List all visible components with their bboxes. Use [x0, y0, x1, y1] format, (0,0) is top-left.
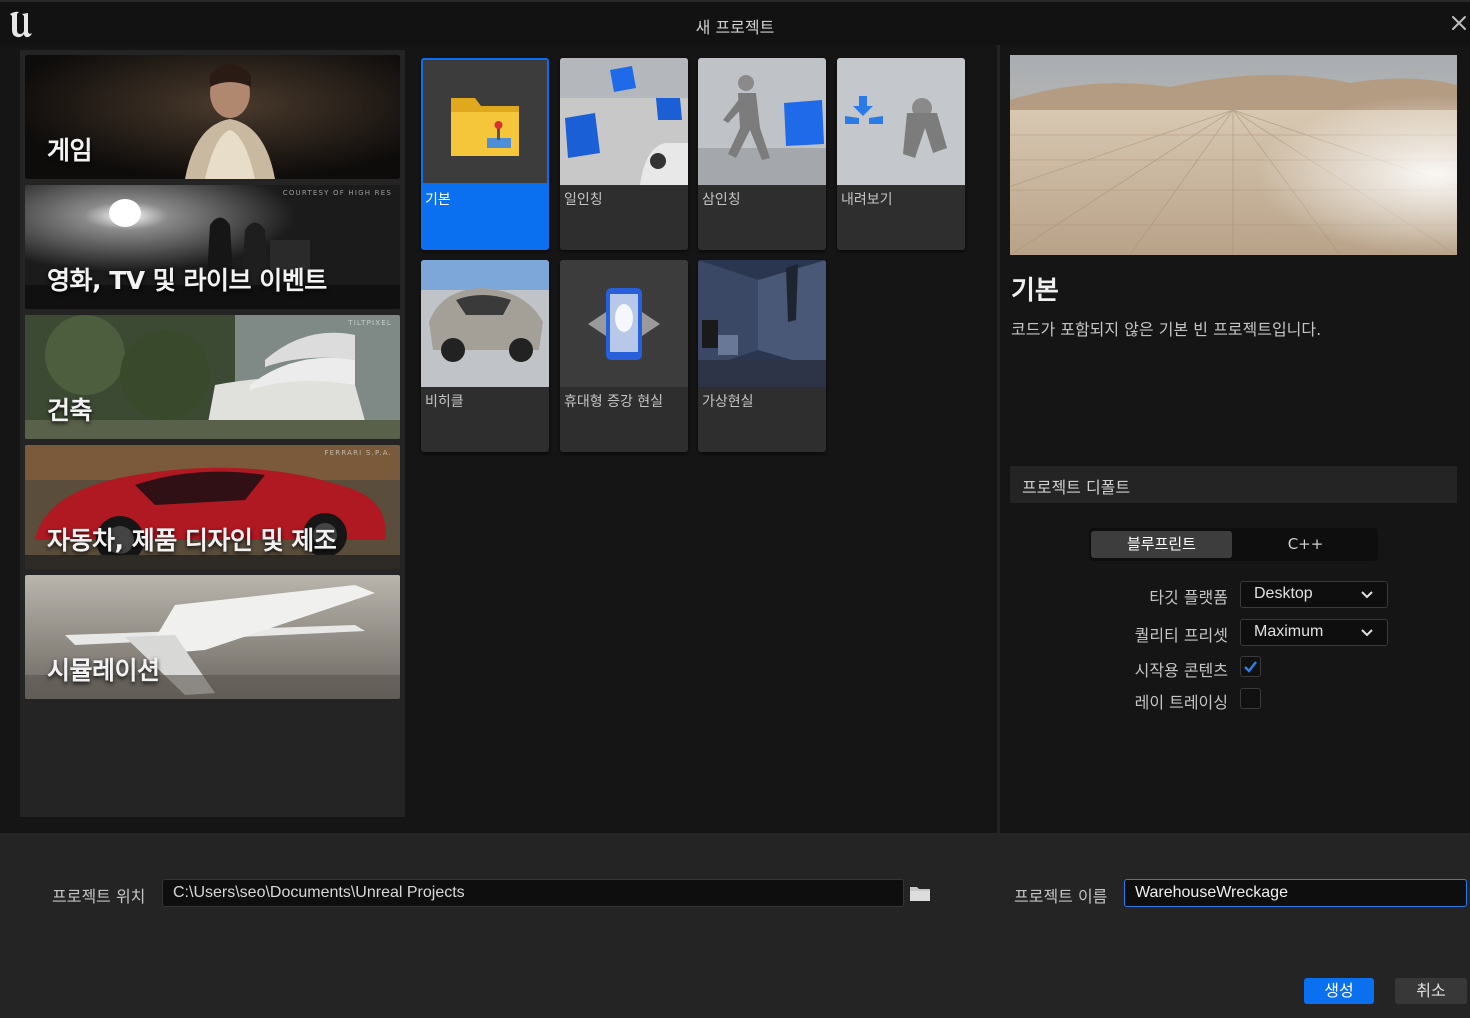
template-label: 가상현실 — [702, 394, 754, 410]
quality-preset-value: Maximum — [1254, 623, 1324, 640]
target-platform-value: Desktop — [1254, 585, 1313, 602]
template-first-person-image — [560, 58, 688, 185]
create-button[interactable]: 생성 — [1304, 978, 1374, 1004]
category-credit: FERRARI S.P.A. — [324, 449, 392, 457]
category-credit: TILTPIXEL — [348, 319, 392, 327]
template-label: 일인칭 — [564, 192, 603, 208]
template-top-down[interactable]: 내려보기 — [837, 58, 965, 250]
category-architecture[interactable]: TILTPIXEL 건축 — [25, 315, 400, 439]
project-location-label: 프로젝트 위치 — [52, 887, 146, 906]
template-top-down-image — [837, 58, 965, 185]
category-label: 영화, TV 및 라이브 이벤트 — [47, 266, 327, 295]
quality-preset-dropdown[interactable]: Maximum — [1240, 619, 1388, 646]
category-film-tv[interactable]: COURTESY OF HIGH RES 영화, TV 및 라이브 이벤트 — [25, 185, 400, 309]
template-preview-image — [1010, 55, 1457, 255]
chevron-down-icon — [1361, 591, 1373, 599]
raytracing-label: 레이 트레이싱 — [1134, 693, 1228, 712]
category-panel: 게임 COURTESY OF HIGH RES 영화, TV 및 라이브 이벤트 — [20, 50, 405, 817]
panel-divider — [997, 45, 1000, 833]
language-toggle: 블루프린트 C++ — [1089, 528, 1378, 561]
template-label: 삼인칭 — [702, 192, 741, 208]
category-label: 건축 — [47, 396, 93, 425]
template-label: 비히클 — [425, 394, 464, 410]
chevron-down-icon — [1361, 629, 1373, 637]
project-name-label: 프로젝트 이름 — [1014, 887, 1108, 906]
cancel-button[interactable]: 취소 — [1395, 978, 1467, 1004]
category-credit: COURTESY OF HIGH RES — [282, 189, 392, 197]
category-label: 게임 — [47, 136, 93, 165]
category-simulation[interactable]: 시뮬레이션 — [25, 575, 400, 699]
template-title: 기본 — [1011, 276, 1059, 306]
template-vehicle-image — [421, 260, 549, 387]
template-vr[interactable]: 가상현실 — [698, 260, 826, 452]
close-icon[interactable] — [1450, 14, 1468, 32]
starter-content-label: 시작용 콘텐츠 — [1134, 661, 1228, 680]
category-games[interactable]: 게임 — [25, 55, 400, 179]
blueprint-option[interactable]: 블루프린트 — [1091, 531, 1232, 558]
template-blank[interactable]: 기본 — [421, 58, 549, 250]
target-platform-label: 타깃 플랫폼 — [1149, 588, 1228, 607]
folder-gamepad-icon — [423, 60, 547, 183]
title-bar: 새 프로젝트 — [0, 0, 1470, 45]
quality-preset-label: 퀄리티 프리셋 — [1134, 626, 1228, 645]
bottom-bar — [0, 833, 1470, 1018]
template-vehicle[interactable]: 비히클 — [421, 260, 549, 452]
project-name-input[interactable] — [1124, 879, 1467, 907]
template-handheld-ar[interactable]: 휴대형 증강 현실 — [560, 260, 688, 452]
template-label: 내려보기 — [841, 192, 893, 208]
folder-icon[interactable] — [909, 885, 931, 902]
category-label: 자동차, 제품 디자인 및 제조 — [47, 526, 337, 555]
project-location-input[interactable] — [162, 879, 904, 907]
category-label: 시뮬레이션 — [47, 656, 160, 685]
template-label: 휴대형 증강 현실 — [564, 394, 664, 410]
window-title: 새 프로젝트 — [695, 18, 775, 37]
checkmark-icon — [1244, 661, 1257, 673]
project-defaults-header: 프로젝트 디폴트 — [1010, 466, 1457, 503]
template-third-person-image — [698, 58, 826, 185]
starter-content-checkbox[interactable] — [1240, 656, 1261, 677]
template-first-person[interactable]: 일인칭 — [560, 58, 688, 250]
template-label: 기본 — [425, 192, 451, 208]
cpp-option[interactable]: C++ — [1235, 531, 1376, 558]
template-description: 코드가 포함되지 않은 기본 빈 프로젝트입니다. — [1011, 320, 1322, 339]
raytracing-checkbox[interactable] — [1240, 688, 1261, 709]
template-third-person[interactable]: 삼인칭 — [698, 58, 826, 250]
template-vr-image — [698, 260, 826, 387]
handheld-ar-icon — [560, 260, 688, 387]
category-automotive[interactable]: FERRARI S.P.A. 자동차, 제품 디자인 및 제조 — [25, 445, 400, 569]
target-platform-dropdown[interactable]: Desktop — [1240, 581, 1388, 608]
